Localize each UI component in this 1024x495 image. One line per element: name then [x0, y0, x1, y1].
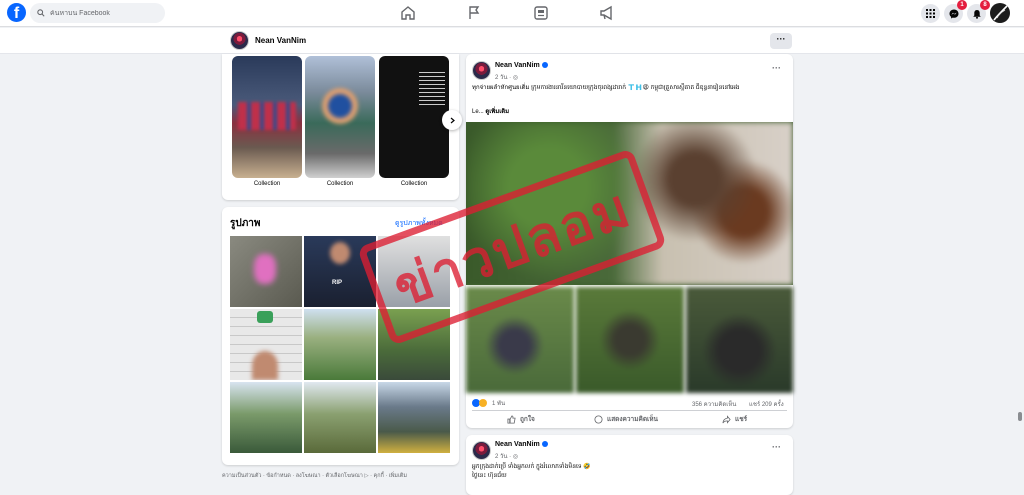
profile-name[interactable]: Nean VanNim — [255, 36, 306, 45]
facebook-logo[interactable]: f — [7, 3, 26, 22]
divider — [472, 410, 787, 411]
post-author-avatar[interactable] — [472, 61, 491, 80]
bell-icon — [972, 9, 981, 19]
flag-icon[interactable] — [466, 5, 482, 21]
post-text: ทุกจ่ายผลำหักศูนยเดิ่ม ក្រុមការងារនារីនយ… — [472, 85, 740, 91]
photo-thumbnail[interactable] — [378, 382, 450, 453]
share-icon — [722, 414, 731, 424]
post-text: អ្នកក្រុងដាក់ប្រើ ទាំងអ្នកលក់ ក្នុងរំលោភ… — [472, 464, 591, 470]
post-author-name[interactable]: Nean VanNim — [495, 441, 540, 448]
chevron-right-icon — [450, 117, 455, 123]
photo-thumbnail[interactable] — [230, 309, 302, 380]
comments-count[interactable]: 356 ความคิดเห็น — [692, 399, 736, 409]
search-input[interactable] — [50, 9, 160, 17]
messenger-badge: 1 — [957, 0, 967, 10]
grid-icon — [926, 9, 935, 18]
home-icon[interactable] — [400, 5, 416, 21]
messenger-button[interactable]: 1 — [944, 0, 967, 23]
menu-button[interactable] — [921, 4, 940, 23]
profile-picture-icon — [993, 5, 1008, 21]
rip-label: RIP — [332, 280, 343, 286]
collection-thumbnail[interactable] — [379, 56, 449, 178]
post-image[interactable] — [576, 287, 684, 393]
comment-icon — [594, 414, 603, 424]
see-more-link[interactable]: ดูเพิ่มเติม — [485, 109, 509, 115]
collection-label: Collection — [253, 181, 281, 187]
comment-button[interactable]: แสดงความคิดเห็น — [594, 414, 658, 424]
post-more-button[interactable]: ··· — [772, 442, 781, 452]
post-text: ថ្ងៃនេះ ហ៊ុនជ័យ — [472, 473, 507, 479]
thumbs-up-icon — [507, 414, 516, 424]
like-label: ถูกใจ — [520, 416, 535, 423]
notifications-button[interactable]: 8 — [967, 0, 990, 23]
haha-reaction-icon — [479, 399, 487, 407]
photos-title: รูปภาพ — [230, 218, 261, 229]
like-button[interactable]: ถูกใจ — [507, 414, 535, 424]
post-more-button[interactable]: ··· — [772, 63, 781, 73]
photo-thumbnail[interactable] — [230, 236, 302, 307]
collection-label: Collection — [326, 181, 354, 187]
post-timestamp[interactable]: 2 วัน · ◎ — [495, 451, 518, 461]
scrollbar-thumb[interactable] — [1018, 412, 1022, 421]
search-box[interactable] — [30, 3, 165, 23]
post-text-truncated: Le... — [472, 109, 486, 115]
news-icon[interactable] — [533, 5, 549, 21]
verified-icon — [541, 441, 548, 448]
collection-label: Collection — [400, 181, 428, 187]
post-timestamp[interactable]: 2 วัน · ◎ — [495, 72, 518, 82]
post-author-avatar[interactable] — [472, 441, 491, 460]
messenger-icon — [949, 9, 958, 18]
top-navigation-bar: f 1 8 — [0, 0, 1024, 27]
reactions-summary[interactable]: 1 พัน — [472, 398, 505, 408]
next-collection-button[interactable] — [442, 110, 462, 130]
shares-count[interactable]: แชร์ 209 ครั้ง — [749, 399, 784, 409]
comment-label: แสดงความคิดเห็น — [607, 416, 659, 423]
photo-thumbnail[interactable] — [304, 309, 376, 380]
collection-thumbnail[interactable] — [232, 56, 302, 178]
collection-thumbnail[interactable] — [305, 56, 375, 178]
collections-card: Collection Collection Collection — [222, 54, 462, 200]
notifications-badge: 8 — [980, 0, 990, 10]
verified-icon — [541, 62, 548, 69]
share-label: แชร์ — [735, 416, 748, 423]
profile-header-bar: Nean VanNim ··· — [0, 28, 1024, 54]
megaphone-icon[interactable] — [599, 5, 615, 21]
share-button[interactable]: แชร์ — [722, 414, 747, 424]
profile-avatar[interactable] — [230, 31, 249, 50]
photo-thumbnail[interactable] — [304, 382, 376, 453]
account-avatar[interactable] — [990, 3, 1010, 23]
footer-links[interactable]: ความเป็นส่วนตัว · ข้อกำหนด · ลงโฆษณา · ต… — [222, 472, 407, 480]
post-author-name[interactable]: Nean VanNim — [495, 62, 540, 69]
reactions-count: 1 พัน — [492, 401, 506, 407]
more-options-button[interactable]: ··· — [770, 33, 792, 49]
post-card: Nean VanNim 2 วัน · ◎ ··· អ្នកក្រុងដាក់ប… — [466, 435, 793, 495]
search-icon — [37, 9, 45, 17]
photo-thumbnail[interactable] — [230, 382, 302, 453]
post-image[interactable] — [686, 287, 793, 393]
